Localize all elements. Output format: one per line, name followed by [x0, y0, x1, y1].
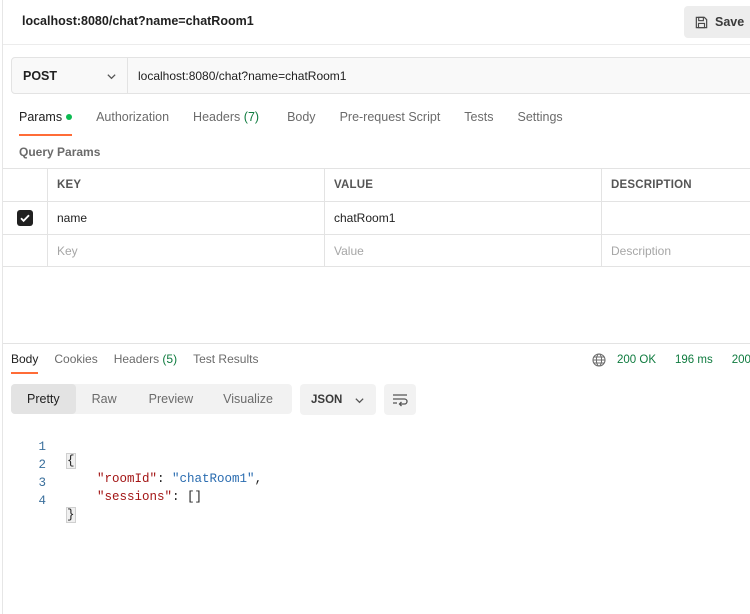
- save-button-label: Save: [715, 15, 745, 29]
- response-tab-cookies[interactable]: Cookies: [54, 352, 97, 374]
- tab-params[interactable]: Params: [19, 110, 73, 136]
- param-checkbox[interactable]: [17, 210, 33, 226]
- url-input[interactable]: [128, 58, 750, 93]
- response-divider: [3, 343, 750, 344]
- check-icon: [20, 214, 30, 223]
- column-header-key: KEY: [48, 169, 325, 201]
- column-header-value: VALUE: [325, 169, 602, 201]
- wrap-lines-icon: [393, 393, 408, 406]
- response-time[interactable]: 196 ms: [675, 354, 713, 366]
- tab-pre-request-script[interactable]: Pre-request Script: [340, 110, 441, 136]
- tab-authorization[interactable]: Authorization: [96, 110, 169, 136]
- new-key-input[interactable]: Key: [48, 235, 325, 266]
- view-pretty[interactable]: Pretty: [11, 384, 76, 414]
- request-title[interactable]: localhost:8080/chat?name=chatRoom1: [22, 14, 254, 28]
- params-indicator-dot: [66, 113, 73, 120]
- save-icon: [695, 16, 708, 28]
- view-preview[interactable]: Preview: [133, 384, 209, 414]
- response-size[interactable]: 200 B: [732, 354, 750, 366]
- globe-icon[interactable]: [592, 353, 606, 367]
- response-tab-test-results[interactable]: Test Results: [193, 352, 258, 374]
- params-table: KEY VALUE DESCRIPTION name chatRoom1 Key…: [3, 168, 750, 267]
- request-title-bar: localhost:8080/chat?name=chatRoom1 Save: [0, 0, 750, 44]
- code-line: 3 "sessions": []: [0, 462, 400, 504]
- save-button[interactable]: Save: [684, 6, 750, 38]
- code-line: 2 "roomId": "chatRoom1",: [0, 444, 400, 486]
- tab-headers[interactable]: Headers (7): [193, 110, 259, 136]
- view-visualize[interactable]: Visualize: [209, 384, 287, 414]
- title-divider: [3, 44, 750, 45]
- code-line: 4 }: [0, 480, 400, 523]
- format-select[interactable]: JSON: [300, 384, 376, 415]
- response-tabs: Body Cookies Headers (5) Test Results: [11, 352, 258, 374]
- param-description-cell[interactable]: [602, 202, 750, 234]
- code-line: 1 {: [0, 426, 400, 469]
- line-number: 4: [38, 494, 46, 508]
- column-header-description: DESCRIPTION: [611, 179, 692, 191]
- table-row-new: Key Value Description: [3, 234, 750, 267]
- view-mode-selector: Pretty Raw Preview Visualize: [11, 384, 292, 414]
- status-code[interactable]: 200 OK: [617, 354, 656, 366]
- table-header-row: KEY VALUE DESCRIPTION: [3, 168, 750, 201]
- response-tab-headers[interactable]: Headers (5): [114, 352, 177, 374]
- wrap-lines-button[interactable]: [384, 384, 416, 415]
- method-label: POST: [23, 68, 58, 83]
- code-text: }: [66, 507, 76, 523]
- new-value-input[interactable]: Value: [325, 235, 602, 266]
- response-tab-body[interactable]: Body: [11, 352, 39, 374]
- chevron-down-icon: [107, 74, 116, 80]
- tab-settings[interactable]: Settings: [517, 110, 562, 136]
- query-params-label: Query Params: [19, 145, 101, 159]
- table-row: name chatRoom1: [3, 201, 750, 234]
- param-key-cell[interactable]: name: [48, 202, 325, 234]
- tab-tests[interactable]: Tests: [464, 110, 493, 136]
- param-value-cell[interactable]: chatRoom1: [325, 202, 602, 234]
- chevron-down-icon: [355, 398, 364, 404]
- view-raw[interactable]: Raw: [76, 384, 133, 414]
- response-status: 200 OK 196 ms 200 B: [592, 353, 750, 367]
- url-bar: POST: [11, 57, 750, 94]
- method-select[interactable]: POST: [12, 58, 128, 93]
- new-description-input[interactable]: Description: [602, 235, 750, 266]
- request-tabs: Params Authorization Headers (7) Body Pr…: [19, 110, 563, 136]
- format-label: JSON: [311, 393, 343, 406]
- tab-body[interactable]: Body: [287, 110, 316, 136]
